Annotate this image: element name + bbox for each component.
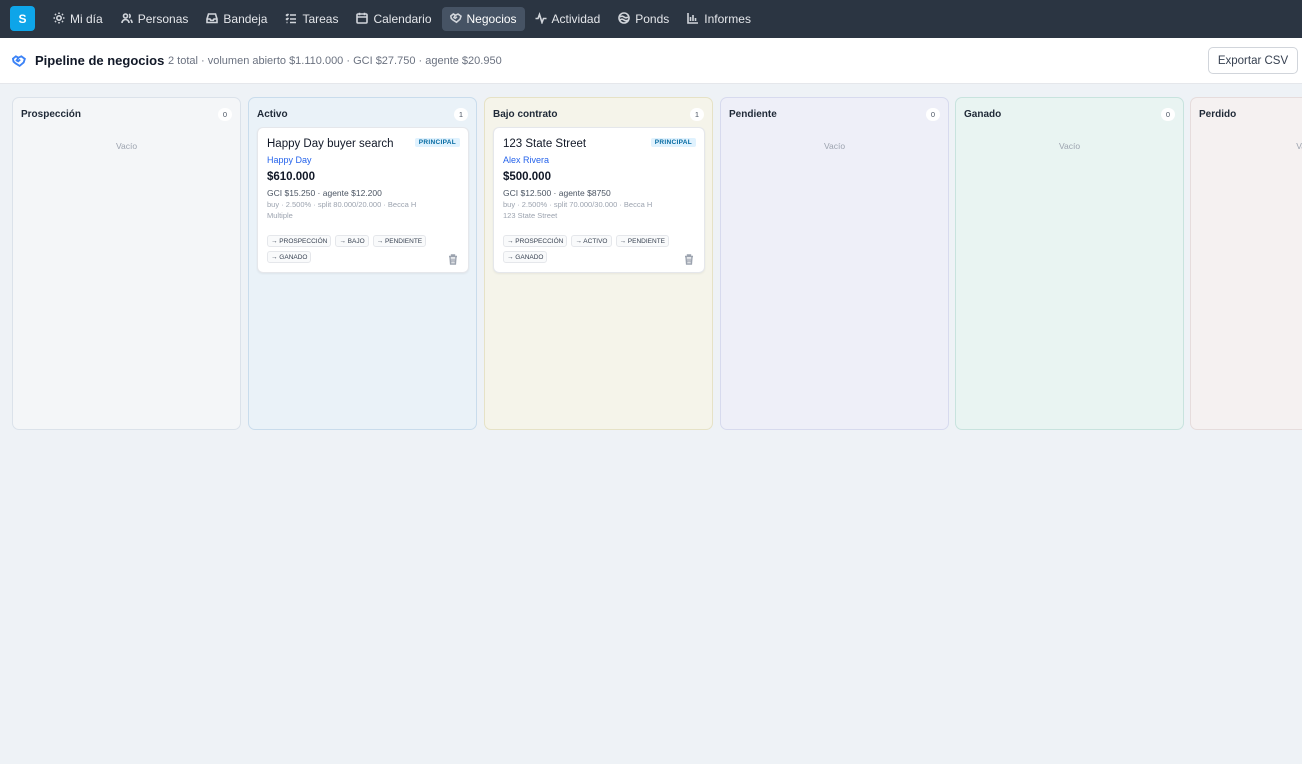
list-check-icon [285,12,297,27]
column-bajo-contrato: Bajo contrato 1 123 State Street PRINCIP… [484,97,713,430]
nav-item-label: Informes [704,12,751,26]
page-title: Pipeline de negocios [35,53,165,68]
column-ganado: Ganado 0 Vacío [955,97,1184,430]
column-count: 1 [454,108,468,121]
move-to-activo-button[interactable]: → ACTIVO [571,235,612,247]
calendar-icon [356,12,369,27]
nav-item-mi-dia[interactable]: Mi día [45,7,111,31]
deal-title: Happy Day buyer search [267,138,394,150]
move-to-ganado-button[interactable]: → GANADO [267,251,312,263]
move-to-pendiente-button[interactable]: → PENDIENTE [615,235,670,247]
deal-title: 123 State Street [503,138,587,150]
column-count: 0 [1161,108,1175,121]
deal-gci: GCI $12.500 · agente $8750 [503,188,611,198]
bar-chart-icon [687,12,699,27]
deal-card[interactable]: 123 State Street PRINCIPAL Alex Rivera $… [493,127,705,273]
nav-item-negocios[interactable]: Negocios [441,7,525,31]
deal-move-actions: → PROSPECCIÓN → ACTIVO → PENDIENTE → GAN… [503,235,683,263]
deal-meta-secondary: Multiple [267,211,293,220]
deal-gci: GCI $15.250 · agente $12.200 [267,188,382,198]
nav-item-informes[interactable]: Informes [679,7,759,31]
nav-item-label: Personas [137,12,189,26]
nav-item-personas[interactable]: Personas [113,7,197,31]
column-perdido: Perdido Va [1190,97,1302,430]
deal-price: $610.000 [267,171,315,183]
nav-item-actividad[interactable]: Actividad [527,7,609,31]
deal-meta: buy · 2.500% · split 70.000/30.000 · Bec… [503,200,653,209]
deal-move-actions: → PROSPECCIÓN → BAJO → PENDIENTE → GANAD… [267,235,447,263]
nav-item-label: Calendario [373,12,432,26]
sun-icon [53,12,65,27]
deal-contact-link[interactable]: Happy Day [267,155,312,165]
activity-icon [535,11,547,27]
nav-item-tareas[interactable]: Tareas [277,7,346,31]
nav-item-label: Actividad [551,12,601,26]
column-title: Perdido [1199,109,1237,120]
column-prospeccion: Prospección 0 Vacío [12,97,241,430]
column-title: Ganado [964,109,1002,120]
inbox-icon [206,12,219,27]
column-empty-text: Vacío [823,141,846,151]
deal-meta: buy · 2.500% · split 80.000/20.000 · Bec… [267,200,417,209]
page-header: Pipeline de negocios 2 total · volumen a… [0,38,1302,84]
column-title: Activo [257,109,288,120]
deal-badge: PRINCIPAL [414,138,460,147]
nav-item-label: Mi día [70,12,103,26]
nav-item-label: Bandeja [223,12,268,26]
column-count: 0 [218,108,232,121]
handshake-icon [449,12,462,27]
nav-item-ponds[interactable]: Ponds [610,7,677,31]
pipeline-summary: 2 total · volumen abierto $1.110.000 · G… [168,55,502,67]
move-to-pendiente-button[interactable]: → PENDIENTE [372,235,427,247]
app-logo[interactable]: S [10,6,35,31]
nav-item-label: Tareas [302,12,339,26]
deal-meta-secondary: 123 State Street [503,211,558,220]
move-to-bajo-button[interactable]: → BAJO [335,235,369,247]
column-activo: Activo 1 Happy Day buyer search PRINCIPA… [248,97,477,430]
deal-card[interactable]: Happy Day buyer search PRINCIPAL Happy D… [257,127,469,273]
move-to-prospeccion-button[interactable]: → PROSPECCIÓN [267,235,332,247]
pond-icon [618,11,631,27]
trash-icon[interactable] [684,252,694,265]
nav-item-label: Negocios [466,12,517,26]
column-empty-text: Va [1296,141,1302,151]
deal-price: $500.000 [503,171,551,183]
export-csv-button[interactable]: Exportar CSV [1208,47,1298,74]
nav-item-bandeja[interactable]: Bandeja [198,7,275,31]
column-count: 1 [690,108,704,121]
deal-contact-link[interactable]: Alex Rivera [503,155,549,165]
users-icon [120,12,133,27]
column-title: Prospección [21,109,82,120]
column-title: Pendiente [729,109,777,120]
column-pendiente: Pendiente 0 Vacío [720,97,949,430]
top-navbar: S Mi día Personas Bandeja Tareas Calenda… [0,0,1302,38]
column-empty-text: Vacío [1058,141,1081,151]
trash-icon[interactable] [448,252,458,265]
column-count: 0 [926,108,940,121]
handshake-icon [11,54,26,68]
move-to-prospeccion-button[interactable]: → PROSPECCIÓN [503,235,568,247]
nav-item-calendario[interactable]: Calendario [348,7,439,31]
column-title: Bajo contrato [493,109,558,120]
nav-menu: Mi día Personas Bandeja Tareas Calendari… [45,7,759,31]
move-to-ganado-button[interactable]: → GANADO [503,251,548,263]
nav-item-label: Ponds [635,12,670,26]
column-empty-text: Vacío [115,141,138,151]
deal-badge: PRINCIPAL [650,138,696,147]
